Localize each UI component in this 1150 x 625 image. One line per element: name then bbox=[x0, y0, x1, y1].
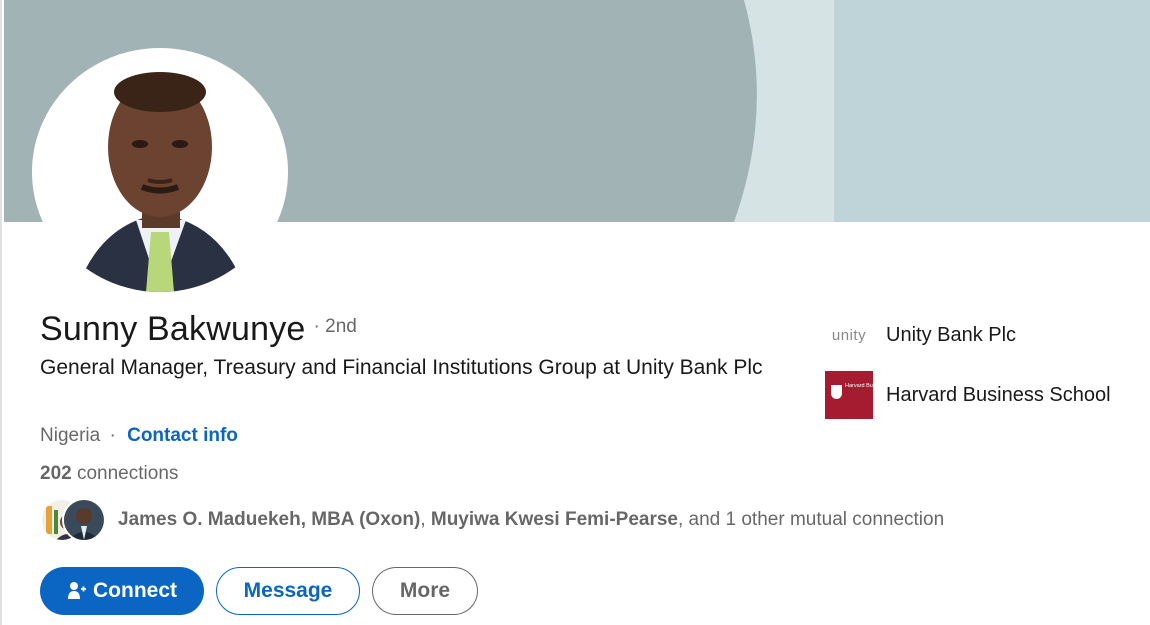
hbs-logo-text: Harvard Business School bbox=[845, 383, 907, 389]
unity-logo-text: unity bbox=[831, 326, 867, 344]
profile-actions: Connect Message More bbox=[40, 567, 478, 615]
more-button[interactable]: More bbox=[372, 567, 478, 615]
connect-label: Connect bbox=[93, 579, 177, 602]
profile-card: Sunny Bakwunye · 2nd General Manager, Tr… bbox=[0, 0, 1150, 625]
connections-count: 202 bbox=[40, 463, 72, 484]
mutual-separator: , bbox=[420, 509, 426, 530]
connections-row[interactable]: 202 connections bbox=[40, 463, 178, 485]
mutual-name-2[interactable]: Muyiwa Kwesi Femi-Pearse bbox=[431, 509, 678, 530]
hbs-badge: Harvard Business School bbox=[825, 371, 907, 419]
company-name: Unity Bank Plc bbox=[886, 323, 1017, 346]
connections-label: connections bbox=[76, 463, 179, 484]
profile-photo[interactable] bbox=[36, 52, 284, 292]
message-button[interactable]: Message bbox=[216, 567, 360, 615]
mutual-connections[interactable]: James O. Maduekeh, MBA (Oxon), Muyiwa Kw… bbox=[40, 498, 944, 542]
current-company-link[interactable]: unity Unity Bank Plc bbox=[824, 310, 1111, 360]
location-separator: · bbox=[109, 425, 116, 446]
mutual-suffix: , and 1 other mutual connection bbox=[677, 509, 945, 530]
profile-headline: General Manager, Treasury and Financial … bbox=[40, 356, 763, 379]
experience-education-sidebar: unity Unity Bank Plc Harvard Business Sc… bbox=[824, 310, 1111, 430]
connect-button[interactable]: Connect bbox=[40, 567, 204, 615]
mutual-name-1[interactable]: James O. Maduekeh, MBA (Oxon) bbox=[118, 509, 420, 530]
name-row: Sunny Bakwunye · 2nd bbox=[40, 310, 357, 349]
mutual-avatars bbox=[40, 498, 106, 542]
profile-location: Nigeria bbox=[40, 425, 101, 446]
unity-bank-logo: unity bbox=[824, 310, 874, 360]
connection-degree: · 2nd bbox=[313, 316, 357, 337]
contact-info-link[interactable]: Contact info bbox=[127, 425, 238, 446]
harvard-logo: Harvard Business School bbox=[824, 370, 907, 420]
add-person-icon bbox=[67, 581, 87, 601]
mutual-avatar-2 bbox=[62, 498, 106, 542]
profile-name: Sunny Bakwunye bbox=[40, 310, 306, 348]
school-name: Harvard Business School bbox=[886, 383, 1111, 406]
shield-icon bbox=[831, 385, 842, 399]
education-link[interactable]: Harvard Business School Harvard Business… bbox=[824, 370, 1111, 420]
mutual-connections-text: James O. Maduekeh, MBA (Oxon), Muyiwa Kw… bbox=[118, 509, 944, 531]
location-row: Nigeria · Contact info bbox=[40, 425, 238, 447]
